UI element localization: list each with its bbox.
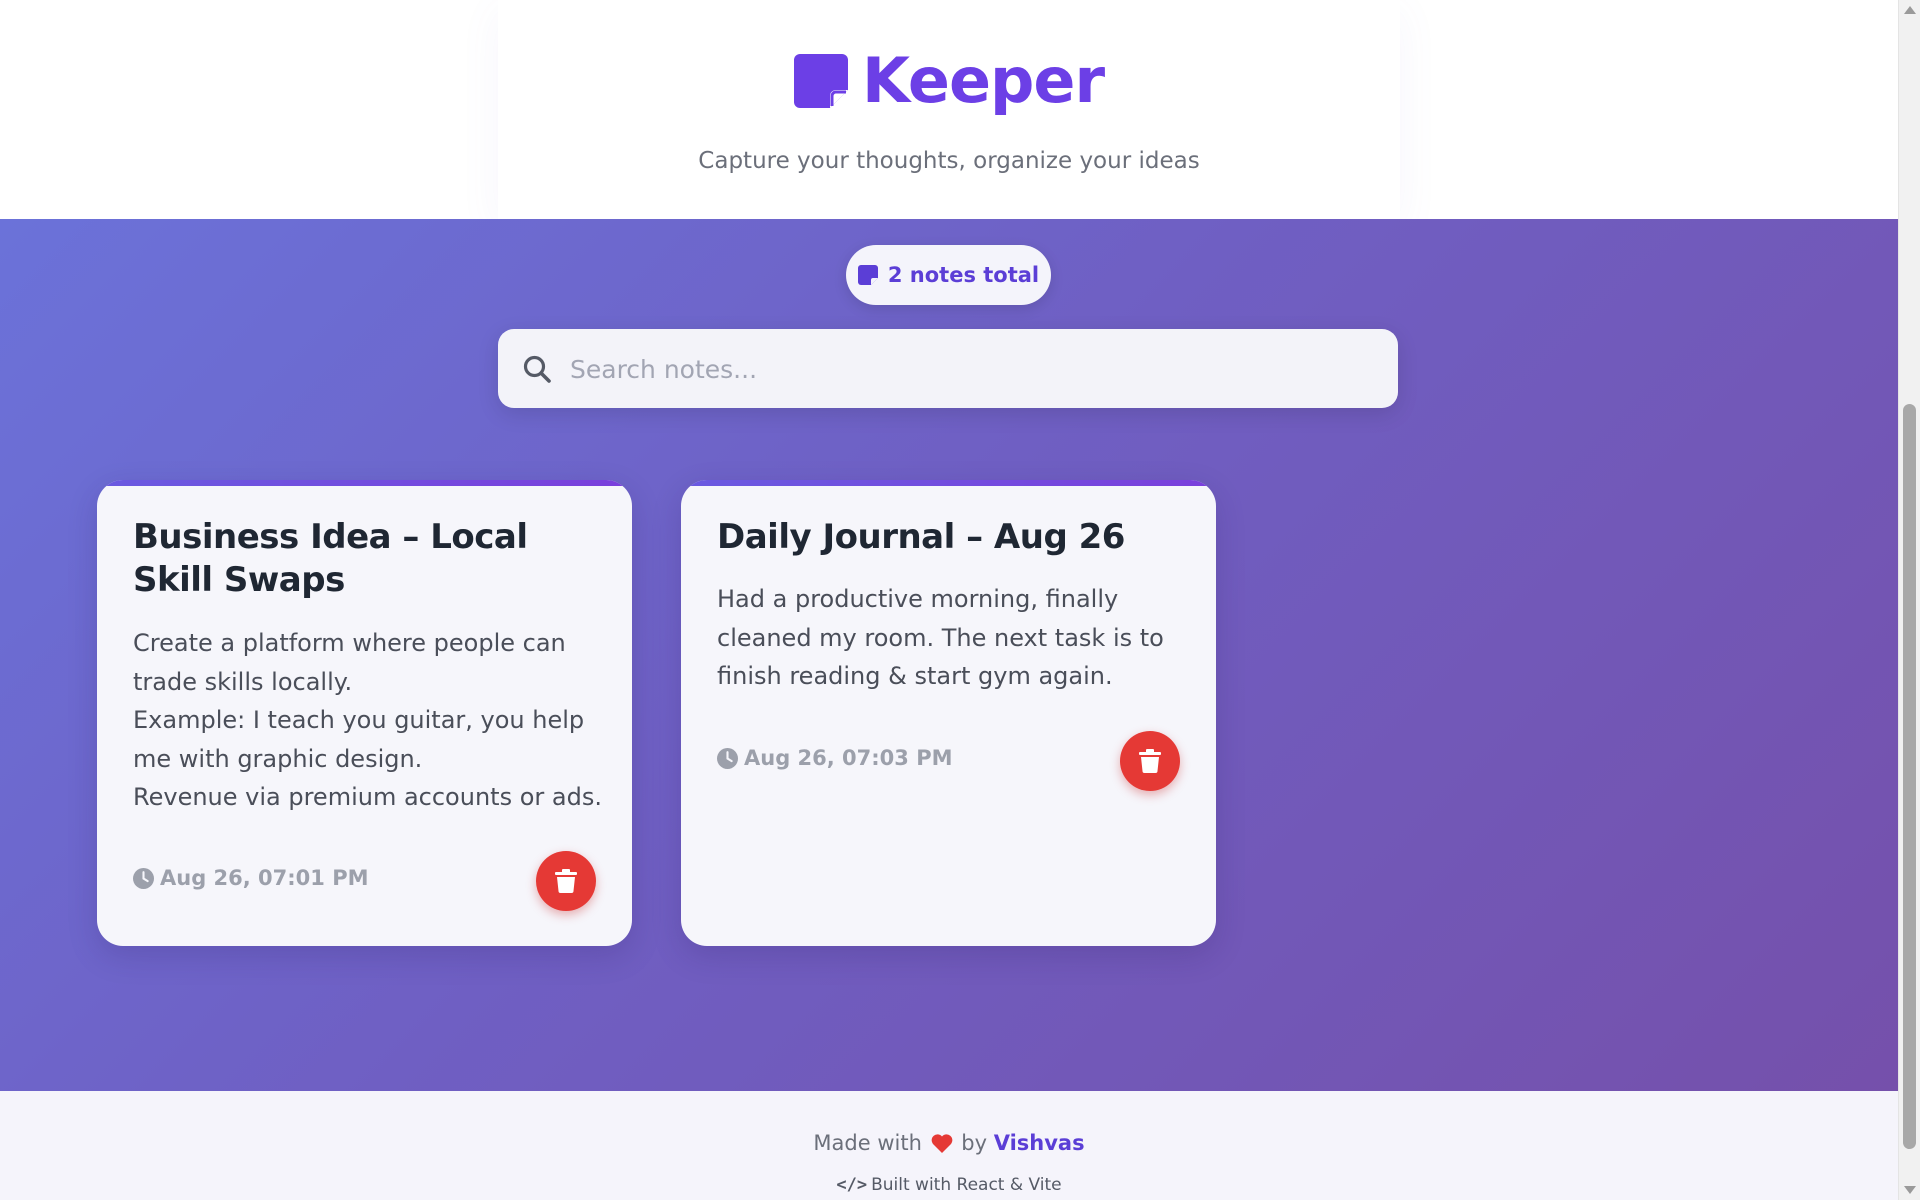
app-title: Keeper bbox=[861, 44, 1105, 117]
app-header: Keeper Capture your thoughts, organize y… bbox=[0, 0, 1898, 219]
code-icon: </> bbox=[836, 1175, 868, 1195]
main-area: 2 notes total Business Idea – Local Skil… bbox=[0, 219, 1898, 1091]
note-card: Daily Journal – Aug 26 Had a productive … bbox=[681, 480, 1216, 946]
clock-icon bbox=[717, 747, 738, 769]
note-body: Create a platform where people can trade… bbox=[133, 629, 602, 811]
note-timestamp-text: Aug 26, 07:01 PM bbox=[160, 866, 369, 890]
sticky-note-icon bbox=[793, 54, 848, 108]
footer-made-with: Made with bbox=[813, 1131, 922, 1155]
delete-note-button[interactable] bbox=[536, 851, 596, 911]
trash-icon bbox=[1139, 749, 1161, 773]
built-with-text: Built with React & Vite bbox=[871, 1175, 1062, 1195]
app-footer: Made with by Vishvas </> Built with React… bbox=[0, 1091, 1898, 1200]
note-title: Daily Journal – Aug 26 bbox=[717, 517, 1125, 557]
search-input[interactable] bbox=[568, 329, 1372, 410]
scroll-down-arrow-icon[interactable] bbox=[1904, 1186, 1916, 1194]
search-bar bbox=[498, 329, 1398, 410]
note-card: Business Idea – Local Skill Swaps Create… bbox=[97, 480, 632, 946]
vertical-scrollbar[interactable] bbox=[1898, 0, 1920, 1200]
delete-note-button[interactable] bbox=[1120, 731, 1180, 791]
footer-built-with: </> Built with React & Vite bbox=[0, 1175, 1898, 1195]
sticky-note-icon bbox=[857, 265, 878, 285]
note-timestamp-text: Aug 26, 07:03 PM bbox=[744, 746, 953, 770]
notes-count-badge: 2 notes total bbox=[846, 245, 1051, 305]
scrollbar-thumb[interactable] bbox=[1903, 404, 1916, 1149]
clock-icon bbox=[133, 867, 154, 889]
app-viewport: Keeper Capture your thoughts, organize y… bbox=[0, 0, 1898, 1200]
note-title: Business Idea – Local Skill Swaps bbox=[133, 517, 528, 600]
trash-icon bbox=[555, 869, 577, 893]
scroll-up-arrow-icon[interactable] bbox=[1904, 6, 1916, 14]
footer-by: by bbox=[961, 1131, 988, 1155]
note-body: Had a productive morning, finally cleane… bbox=[717, 585, 1164, 690]
brand: Keeper bbox=[0, 50, 1898, 112]
note-timestamp: Aug 26, 07:03 PM bbox=[717, 746, 953, 770]
notes-count-label: 2 notes total bbox=[887, 263, 1040, 287]
footer-credit: Made with by Vishvas bbox=[0, 1131, 1898, 1155]
app-tagline: Capture your thoughts, organize your ide… bbox=[698, 148, 1200, 174]
author-link[interactable]: Vishvas bbox=[994, 1131, 1085, 1155]
note-timestamp: Aug 26, 07:01 PM bbox=[133, 866, 369, 890]
heart-icon bbox=[931, 1134, 952, 1153]
search-icon bbox=[523, 355, 551, 383]
